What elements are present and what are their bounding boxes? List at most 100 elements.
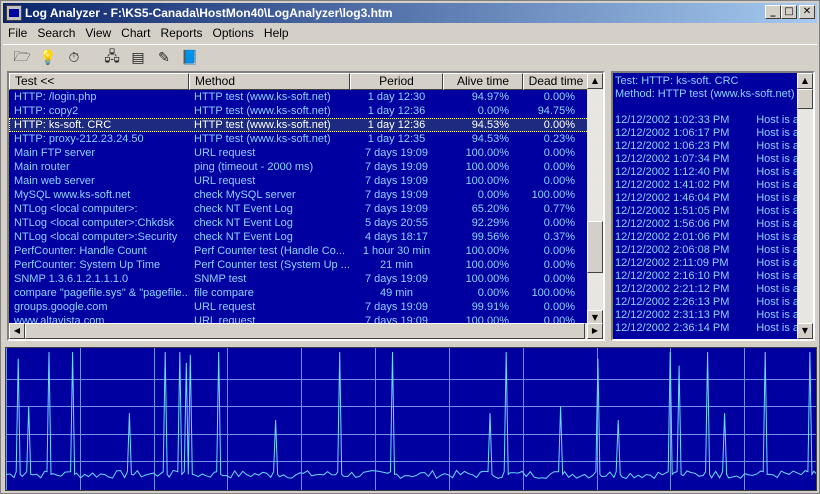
log-entry: 12/12/2002 1:06:17 PM Host is a — [615, 127, 799, 140]
log-entry: 12/12/2002 2:11:09 PM Host is a — [615, 257, 799, 270]
table-row[interactable]: groups.google.com URL request 7 days 19:09… — [9, 300, 589, 314]
cell-period: 1 day 12:35 — [367, 133, 426, 145]
cell-test: HTTP: copy2 — [14, 105, 79, 117]
column-header-alive-time[interactable]: Alive time — [443, 73, 523, 90]
cell-period: 7 days 19:09 — [365, 161, 428, 173]
table-row[interactable]: SNMP 1.3.6.1.2.1.1.1.0 SNMP test 7 days 19… — [9, 272, 589, 286]
table-row[interactable]: Main web server URL request 7 days 19:09 10… — [9, 174, 589, 188]
app-icon — [6, 5, 22, 21]
cell-test: PerfCounter: System Up Time — [14, 259, 161, 271]
cell-alive-time: 0.00% — [477, 287, 509, 299]
cell-period: 7 days 19:09 — [365, 301, 428, 313]
table-row[interactable]: Main FTP server URL request 7 days 19:09 10… — [9, 146, 589, 160]
log-timestamp: 12/12/2002 1:07:34 PM — [615, 153, 730, 165]
log-entry: 12/12/2002 1:41:02 PM Host is a — [615, 179, 799, 192]
horizontal-scroll-thumb[interactable] — [25, 323, 585, 339]
log-timestamp: 12/12/2002 1:41:02 PM — [615, 179, 730, 191]
cell-test: NTLog <local computer>: — [14, 203, 138, 215]
log-message: Host is a — [756, 244, 799, 256]
log-entry: 12/12/2002 2:06:08 PM Host is a — [615, 244, 799, 257]
cell-method: HTTP test (www.ks-soft.net) — [194, 91, 331, 103]
window-title: Log Analyzer - F:\KS5-Canada\HostMon40\L… — [25, 6, 393, 20]
log-message: Host is a — [756, 179, 799, 191]
computers-icon[interactable]: 🖧 — [101, 47, 123, 69]
table-row[interactable]: compare "pagefile.sys" & "pagefile... fil… — [9, 286, 589, 300]
log-entry: 12/12/2002 1:07:34 PM Host is a — [615, 153, 799, 166]
cell-dead-time: 0.00% — [543, 119, 575, 131]
book-icon[interactable]: 📘 — [179, 47, 201, 69]
cell-alive-time: 0.00% — [477, 189, 509, 201]
table-row[interactable]: Main router ping (timeout - 2000 ms) 7 day… — [9, 160, 589, 174]
log-entry: 12/12/2002 2:21:12 PM Host is a — [615, 283, 799, 296]
stopwatch-icon[interactable]: ⏱ — [63, 47, 85, 69]
table-row[interactable]: NTLog <local computer>: check NT Event Lo… — [9, 202, 589, 216]
cell-dead-time: 0.00% — [543, 245, 575, 257]
table-row[interactable]: PerfCounter: System Up Time Perf Counter … — [9, 258, 589, 272]
menu-chart[interactable]: Chart — [116, 26, 155, 40]
table-row[interactable]: HTTP: ks-soft. CRC HTTP test (www.ks-soft… — [9, 118, 589, 132]
cell-method: check NT Event Log — [194, 231, 293, 243]
column-header-period[interactable]: Period — [350, 73, 443, 90]
table-row[interactable]: NTLog <local computer>:Security check NT … — [9, 230, 589, 244]
log-entry: 12/12/2002 2:26:13 PM Host is a — [615, 296, 799, 309]
table-row[interactable]: HTTP: proxy-212.23.24.50 HTTP test (www.k… — [9, 132, 589, 146]
menu-help[interactable]: Help — [259, 26, 294, 40]
log-message: Host is a — [756, 257, 799, 269]
menu-file[interactable]: File — [3, 26, 32, 40]
tests-horizontal-scrollbar[interactable]: ◀ ▶ — [9, 323, 603, 339]
scroll-thumb[interactable] — [587, 221, 603, 273]
cell-dead-time: 0.00% — [543, 91, 575, 103]
scroll-right-button[interactable]: ▶ — [587, 323, 603, 339]
log-timestamp: 12/12/2002 2:31:13 PM — [615, 309, 730, 321]
column-header-test[interactable]: Test << — [9, 73, 189, 90]
log-timestamp: 12/12/2002 1:51:05 PM — [615, 205, 730, 217]
table-row[interactable]: NTLog <local computer>:Chkdsk check NT Ev… — [9, 216, 589, 230]
cell-method: Perf Counter test (System Up ... — [194, 259, 350, 271]
details-scroll-up-button[interactable]: ▲ — [797, 73, 813, 89]
minimize-button[interactable]: _ — [765, 5, 781, 19]
table-row[interactable]: PerfCounter: Handle Count Perf Counter te… — [9, 244, 589, 258]
cell-period: 7 days 19:09 — [365, 273, 428, 285]
chart-series-line — [6, 351, 816, 480]
cell-test: HTTP: /login.php — [14, 91, 97, 103]
log-entry: 12/12/2002 2:31:13 PM Host is a — [615, 309, 799, 322]
table-header: Test << Method Period Alive time Dead ti… — [9, 73, 589, 90]
cell-dead-time: 0.00% — [543, 259, 575, 271]
cell-method: check NT Event Log — [194, 203, 293, 215]
bulb-icon[interactable]: 💡 — [37, 47, 59, 69]
tests-vertical-scrollbar[interactable]: ▲ ▼ — [587, 73, 603, 326]
menu-options[interactable]: Options — [208, 26, 259, 40]
cell-method: Perf Counter test (Handle Co... — [194, 245, 346, 257]
menu-view[interactable]: View — [80, 26, 116, 40]
log-entry: 12/12/2002 1:02:33 PM Host is a — [615, 114, 799, 127]
cell-dead-time: 0.77% — [543, 203, 575, 215]
menu-reports[interactable]: Reports — [156, 26, 208, 40]
log-timestamp: 12/12/2002 2:11:09 PM — [615, 257, 729, 269]
close-button[interactable]: ✕ — [799, 5, 815, 19]
log-timestamp: 12/12/2002 1:12:40 PM — [615, 166, 730, 178]
log-message: Host is a — [756, 192, 799, 204]
cell-test: NTLog <local computer>:Chkdsk — [14, 217, 175, 229]
cell-dead-time: 0.00% — [543, 217, 575, 229]
details-scroll-thumb[interactable] — [797, 89, 813, 109]
title-bar[interactable]: Log Analyzer - F:\KS5-Canada\HostMon40\L… — [3, 3, 817, 23]
log-analyzer-window: Log Analyzer - F:\KS5-Canada\HostMon40\L… — [0, 0, 820, 494]
log-message: Host is a — [756, 218, 799, 230]
table-row[interactable]: MySQL www.ks-soft.net check MySQL server 7… — [9, 188, 589, 202]
details-vertical-scrollbar[interactable]: ▲ ▼ — [797, 73, 813, 339]
scroll-up-button[interactable]: ▲ — [587, 73, 603, 89]
wizard-icon[interactable]: ✎ — [153, 47, 175, 69]
report-icon[interactable]: ▤ — [127, 47, 149, 69]
cell-test: NTLog <local computer>:Security — [14, 231, 178, 243]
menu-search[interactable]: Search — [32, 26, 80, 40]
table-row[interactable]: HTTP: copy2 HTTP test (www.ks-soft.net) 1 … — [9, 104, 589, 118]
details-scroll-down-button[interactable]: ▼ — [797, 323, 813, 339]
column-header-dead-time[interactable]: Dead time — [523, 73, 589, 90]
log-timestamp: 12/12/2002 2:26:13 PM — [615, 296, 730, 308]
log-timestamp: 12/12/2002 1:06:17 PM — [615, 127, 730, 139]
table-row[interactable]: HTTP: /login.php HTTP test (www.ks-soft.n… — [9, 90, 589, 104]
maximize-button[interactable]: □ — [781, 5, 797, 19]
column-header-method[interactable]: Method — [189, 73, 350, 90]
scroll-left-button[interactable]: ◀ — [9, 323, 25, 339]
open-folder-icon[interactable]: 🗁 — [11, 47, 33, 69]
